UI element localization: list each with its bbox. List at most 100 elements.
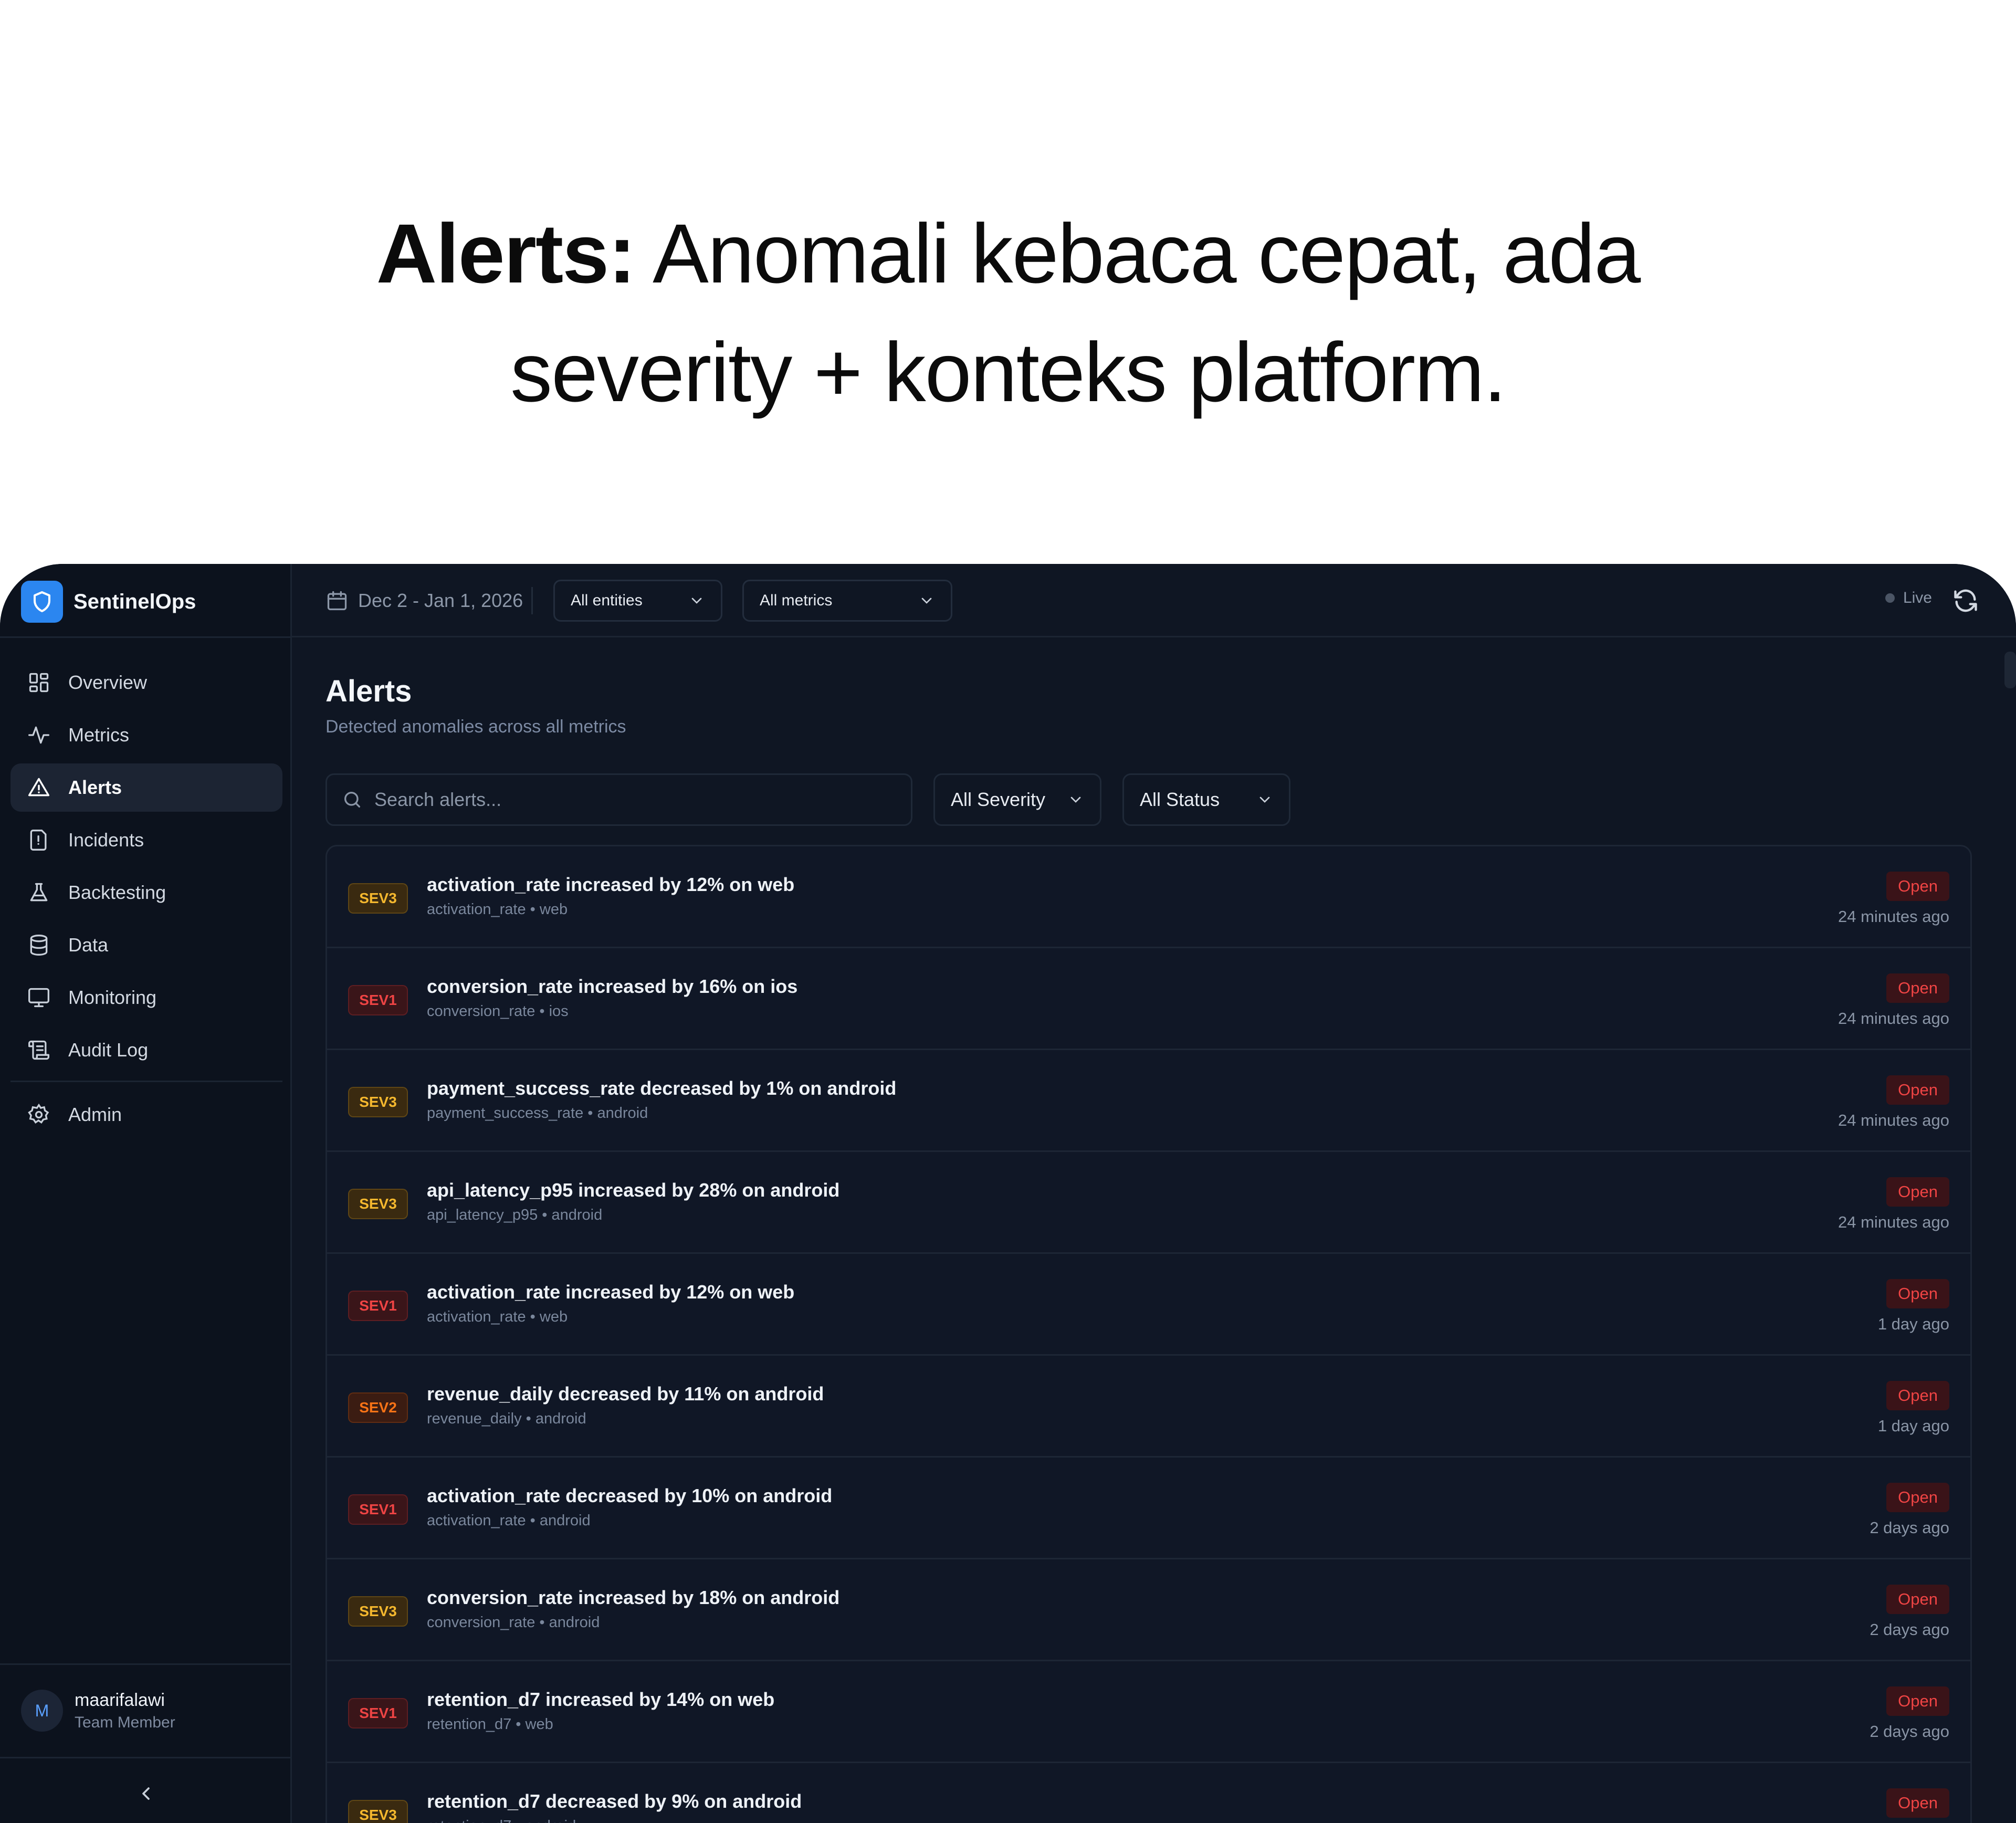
divider xyxy=(0,1663,292,1665)
sidebar-item-backtesting[interactable]: Backtesting xyxy=(10,868,282,917)
severity-badge: SEV1 xyxy=(348,1291,408,1321)
brand[interactable]: SentinelOps xyxy=(21,581,196,623)
alert-row[interactable]: SEV1 activation_rate decreased by 10% on … xyxy=(327,1458,1970,1559)
sidebar-item-overview[interactable]: Overview xyxy=(10,658,282,707)
entities-select[interactable]: All entities xyxy=(553,580,722,622)
status-badge: Open xyxy=(1886,1483,1949,1512)
alert-row[interactable]: SEV1 conversion_rate increased by 16% on … xyxy=(327,948,1970,1050)
status-badge: Open xyxy=(1886,1177,1949,1207)
severity-badge: SEV1 xyxy=(348,985,408,1015)
user-profile[interactable]: M maarifalawi Team Member xyxy=(21,1690,175,1732)
alert-title: payment_success_rate decreased by 1% on … xyxy=(427,1077,897,1099)
status-badge: Open xyxy=(1886,1381,1949,1410)
alert-time: 1 day ago xyxy=(1877,1315,1949,1333)
page-title: Alerts xyxy=(326,674,412,708)
sidebar-item-audit-log[interactable]: Audit Log xyxy=(10,1026,282,1074)
flask-icon xyxy=(26,880,51,905)
status-badge: Open xyxy=(1886,1585,1949,1614)
sidebar-nav: Overview Metrics Alerts Incidents Backte… xyxy=(10,658,282,1143)
alert-row[interactable]: SEV3 api_latency_p95 increased by 28% on … xyxy=(327,1152,1970,1254)
user-role: Team Member xyxy=(75,1713,175,1731)
live-indicator[interactable]: Live xyxy=(1885,589,1932,607)
alert-row[interactable]: SEV2 revenue_daily decreased by 11% on an… xyxy=(327,1356,1970,1458)
severity-badge: SEV3 xyxy=(348,1189,408,1219)
divider xyxy=(10,1081,282,1082)
chevron-down-icon xyxy=(921,598,932,604)
database-icon xyxy=(26,933,51,958)
sidebar-item-incidents[interactable]: Incidents xyxy=(10,816,282,864)
alert-title: activation_rate decreased by 10% on andr… xyxy=(427,1485,833,1506)
severity-badge: SEV3 xyxy=(348,883,408,914)
alert-title: revenue_daily decreased by 11% on androi… xyxy=(427,1383,824,1405)
severity-badge: SEV2 xyxy=(348,1392,408,1423)
date-range-picker[interactable]: Dec 2 - Jan 1, 2026 xyxy=(326,587,523,614)
refresh-icon[interactable] xyxy=(1952,587,1979,614)
alert-row[interactable]: SEV3 activation_rate increased by 12% on … xyxy=(327,846,1970,948)
sidebar-item-label: Data xyxy=(68,934,109,956)
promo-bold: Alerts: xyxy=(376,206,636,300)
alert-time: 2 days ago xyxy=(1870,1620,1949,1639)
sidebar-item-label: Admin xyxy=(68,1104,122,1125)
status-filter-value: All Status xyxy=(1140,789,1220,810)
status-badge: Open xyxy=(1886,1686,1949,1716)
promo-headline: Alerts: Anomali kebaca cepat, ada severi… xyxy=(0,194,2016,432)
alert-meta: payment_success_rate • android xyxy=(427,1105,648,1122)
alert-time: 24 minutes ago xyxy=(1838,907,1949,926)
collapse-sidebar-button[interactable] xyxy=(130,1778,162,1809)
alert-row[interactable]: SEV3 conversion_rate increased by 18% on … xyxy=(327,1559,1970,1661)
sidebar-item-label: Backtesting xyxy=(68,882,166,903)
search-box[interactable] xyxy=(326,773,912,826)
shield-icon xyxy=(21,581,63,623)
sidebar-item-label: Overview xyxy=(68,672,148,693)
search-input[interactable] xyxy=(373,788,872,811)
severity-badge: SEV3 xyxy=(348,1596,408,1627)
sidebar-item-data[interactable]: Data xyxy=(10,921,282,969)
gear-icon xyxy=(26,1102,51,1127)
severity-filter[interactable]: All Severity xyxy=(933,773,1101,826)
metrics-select-value: All metrics xyxy=(760,592,833,609)
sidebar-item-monitoring[interactable]: Monitoring xyxy=(10,973,282,1022)
scrollbar[interactable] xyxy=(2004,652,2016,688)
alert-meta: revenue_daily • android xyxy=(427,1410,586,1427)
promo-line-1: Anomali kebaca cepat, ada xyxy=(635,206,1641,300)
sidebar: SentinelOps Overview Metrics Alerts Inci… xyxy=(0,564,292,1823)
alert-time: 1 day ago xyxy=(1877,1417,1949,1435)
search-icon xyxy=(344,792,360,808)
divider xyxy=(531,587,533,614)
alert-title: retention_d7 increased by 14% on web xyxy=(427,1689,775,1710)
alert-row[interactable]: SEV3 payment_success_rate decreased by 1%… xyxy=(327,1050,1970,1152)
main-content: Alerts Detected anomalies across all met… xyxy=(292,639,2016,1823)
alert-title: api_latency_p95 increased by 28% on andr… xyxy=(427,1179,840,1201)
severity-badge: SEV3 xyxy=(348,1800,408,1823)
alert-title: activation_rate increased by 12% on web xyxy=(427,1281,795,1303)
status-filter[interactable]: All Status xyxy=(1122,773,1290,826)
chevron-down-icon xyxy=(1070,797,1081,803)
alert-meta: retention_d7 • android xyxy=(427,1818,576,1823)
alert-meta: activation_rate • web xyxy=(427,901,568,918)
sidebar-item-label: Alerts xyxy=(68,777,122,798)
divider xyxy=(0,636,292,638)
alert-title: retention_d7 decreased by 9% on android xyxy=(427,1790,802,1812)
severity-badge: SEV1 xyxy=(348,1698,408,1728)
monitor-icon xyxy=(26,985,51,1010)
sidebar-item-admin[interactable]: Admin xyxy=(10,1091,282,1139)
chevron-down-icon xyxy=(691,598,702,604)
alert-row[interactable]: SEV1 retention_d7 increased by 14% on web… xyxy=(327,1661,1970,1763)
chevron-left-icon xyxy=(142,1787,150,1800)
sidebar-item-label: Metrics xyxy=(68,724,129,746)
grid-icon xyxy=(26,670,51,695)
live-label: Live xyxy=(1903,589,1932,606)
sidebar-item-alerts[interactable]: Alerts xyxy=(10,763,282,812)
alert-meta: activation_rate • android xyxy=(427,1512,591,1529)
status-badge: Open xyxy=(1886,1075,1949,1105)
severity-badge: SEV1 xyxy=(348,1494,408,1525)
alert-time: 24 minutes ago xyxy=(1838,1213,1949,1231)
live-dot-icon xyxy=(1885,593,1895,603)
metrics-select[interactable]: All metrics xyxy=(742,580,952,622)
sidebar-item-metrics[interactable]: Metrics xyxy=(10,711,282,759)
alert-row[interactable]: SEV1 activation_rate increased by 12% on … xyxy=(327,1254,1970,1356)
alert-meta: activation_rate • web xyxy=(427,1308,568,1325)
alert-list: SEV3 activation_rate increased by 12% on … xyxy=(326,845,1972,1823)
alert-title: conversion_rate increased by 18% on andr… xyxy=(427,1587,840,1608)
alert-row[interactable]: SEV3 retention_d7 decreased by 9% on andr… xyxy=(327,1763,1970,1823)
